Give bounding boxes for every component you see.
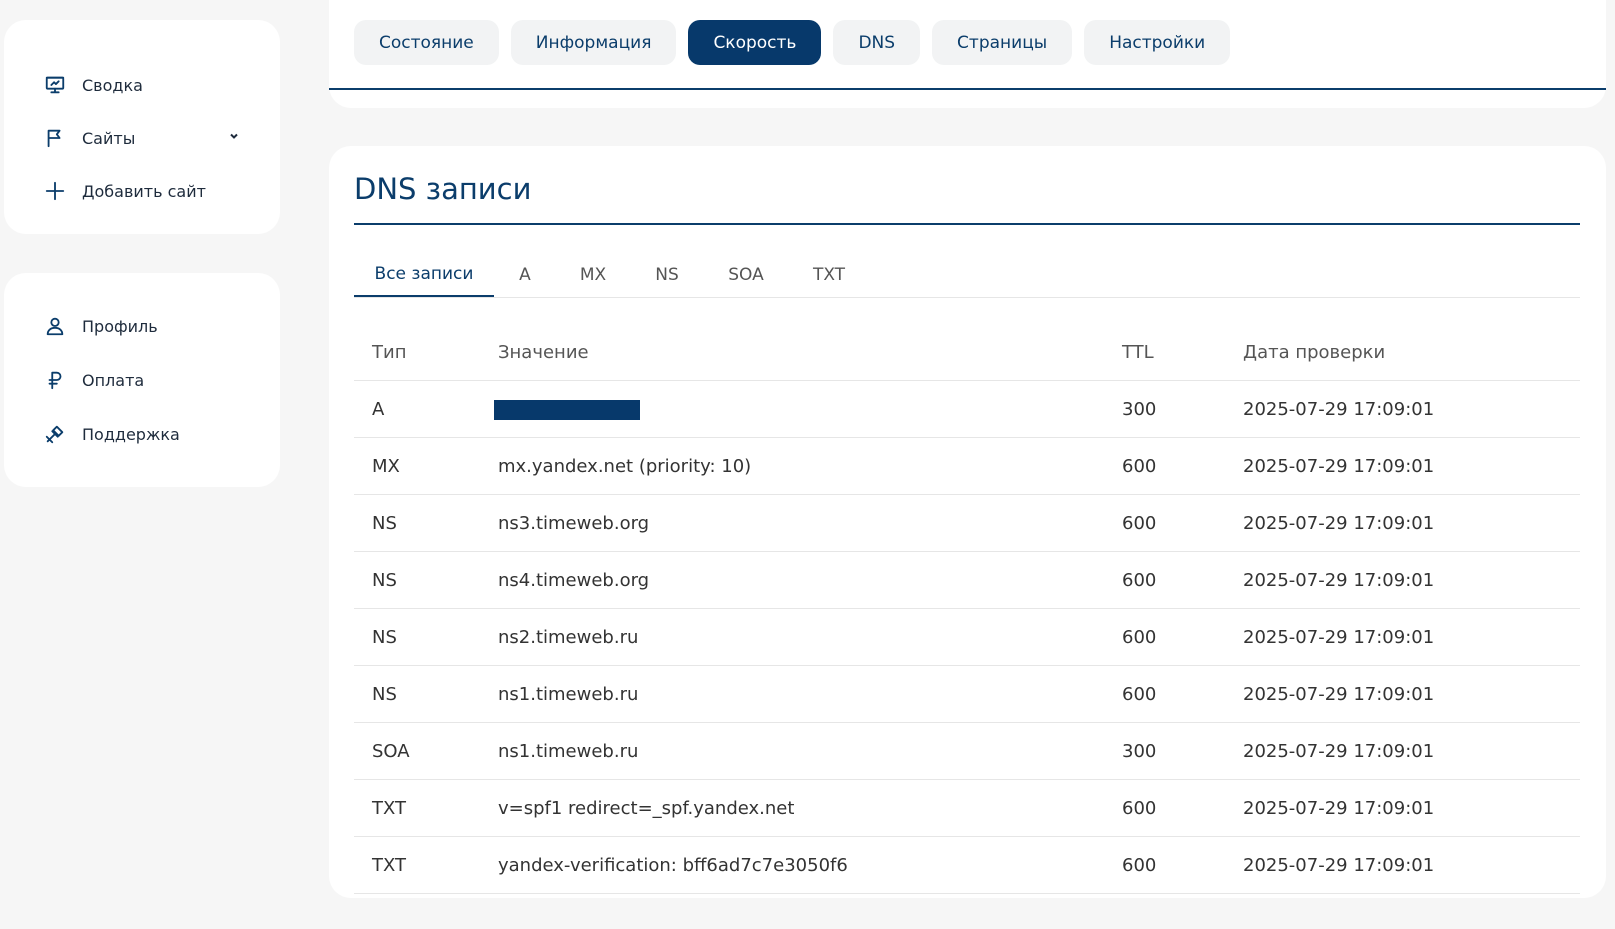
page-title: DNS записи — [354, 172, 532, 206]
record-date: 2025-07-29 17:09:01 — [1242, 722, 1580, 780]
table-row: NS ns3.timeweb.org 600 2025-07-29 17:09:… — [354, 494, 1580, 552]
presentation-icon — [42, 72, 68, 98]
record-value: ns4.timeweb.org — [497, 551, 1121, 609]
record-type: NS — [354, 551, 497, 609]
flag-icon — [42, 125, 68, 151]
tab-pages[interactable]: Страницы — [932, 20, 1073, 65]
record-type: NS — [354, 494, 497, 552]
chevron-down-icon[interactable] — [228, 127, 240, 146]
record-ttl: 300 — [1121, 380, 1242, 438]
filter-tab-txt[interactable]: TXT — [788, 252, 870, 297]
top-tabs: Состояние Информация Скорость DNS Страни… — [354, 20, 1231, 65]
tab-status[interactable]: Состояние — [354, 20, 499, 65]
column-header-type: Тип — [354, 324, 497, 381]
filter-tab-soa[interactable]: SOA — [704, 252, 788, 297]
sidebar-main-card: Сводка Сайты Добавить сайт — [4, 20, 280, 234]
record-ttl: 600 — [1121, 437, 1242, 495]
table-row: SOA ns1.timeweb.ru 300 2025-07-29 17:09:… — [354, 722, 1580, 780]
filter-tab-a[interactable]: A — [494, 252, 556, 297]
filter-tab-ns[interactable]: NS — [630, 252, 704, 297]
record-value: ns1.timeweb.ru — [497, 665, 1121, 723]
table-row: NS ns2.timeweb.ru 600 2025-07-29 17:09:0… — [354, 608, 1580, 666]
ruble-icon — [42, 367, 68, 393]
record-date: 2025-07-29 17:09:01 — [1242, 608, 1580, 666]
column-header-value: Значение — [497, 324, 1121, 381]
record-ttl: 600 — [1121, 494, 1242, 552]
tab-dns[interactable]: DNS — [833, 20, 921, 65]
sidebar-item-label: Оплата — [82, 370, 145, 390]
record-type: NS — [354, 665, 497, 723]
sidebar-item-support[interactable]: Поддержка — [42, 421, 180, 447]
sidebar-item-payment[interactable]: Оплата — [42, 367, 144, 393]
record-type: TXT — [354, 779, 497, 837]
record-type: SOA — [354, 722, 497, 780]
sidebar-item-add-site[interactable]: Добавить сайт — [42, 178, 206, 204]
table-row: TXT yandex-verification: bff6ad7c7e3050f… — [354, 836, 1580, 894]
record-date: 2025-07-29 17:09:01 — [1242, 779, 1580, 837]
sidebar-item-sites[interactable]: Сайты — [42, 125, 238, 151]
record-date: 2025-07-29 17:09:01 — [1242, 437, 1580, 495]
record-date: 2025-07-29 17:09:01 — [1242, 551, 1580, 609]
record-type: TXT — [354, 836, 497, 894]
column-header-date: Дата проверки — [1242, 324, 1580, 381]
tab-info[interactable]: Информация — [510, 20, 677, 65]
filter-tab-all[interactable]: Все записи — [354, 252, 494, 297]
record-date: 2025-07-29 17:09:01 — [1242, 380, 1580, 438]
title-divider — [354, 223, 1580, 225]
record-value — [494, 380, 1121, 438]
table-row: TXT v=spf1 redirect=_spf.yandex.net 600 … — [354, 779, 1580, 837]
dns-records-table: Тип Значение TTL Дата проверки A 300 202… — [354, 324, 1580, 894]
filter-tab-mx[interactable]: MX — [556, 252, 630, 297]
sidebar-item-summary[interactable]: Сводка — [42, 72, 143, 98]
table-row: NS ns4.timeweb.org 600 2025-07-29 17:09:… — [354, 551, 1580, 609]
record-value: ns1.timeweb.ru — [497, 722, 1121, 780]
sidebar-item-label: Сайты — [82, 128, 136, 148]
record-value: ns3.timeweb.org — [497, 494, 1121, 552]
record-type: NS — [354, 608, 497, 666]
record-ttl: 600 — [1121, 836, 1242, 894]
sidebar-item-profile[interactable]: Профиль — [42, 313, 158, 339]
record-date: 2025-07-29 17:09:01 — [1242, 665, 1580, 723]
table-header-row: Тип Значение TTL Дата проверки — [354, 324, 1580, 381]
record-value: ns2.timeweb.ru — [497, 608, 1121, 666]
table-row: NS ns1.timeweb.ru 600 2025-07-29 17:09:0… — [354, 665, 1580, 723]
record-ttl: 600 — [1121, 779, 1242, 837]
sidebar-item-label: Сводка — [82, 75, 143, 95]
record-ttl: 600 — [1121, 551, 1242, 609]
record-value: yandex-verification: bff6ad7c7e3050f6 — [497, 836, 1121, 894]
tab-settings[interactable]: Настройки — [1084, 20, 1231, 65]
sidebar-item-label: Добавить сайт — [82, 181, 206, 201]
user-icon — [42, 313, 68, 339]
record-ttl: 600 — [1121, 665, 1242, 723]
table-row: A 300 2025-07-29 17:09:01 — [354, 380, 1580, 438]
table-row: MX mx.yandex.net (priority: 10) 600 2025… — [354, 437, 1580, 495]
record-value: v=spf1 redirect=_spf.yandex.net — [497, 779, 1121, 837]
record-type: MX — [354, 437, 497, 495]
tab-speed[interactable]: Скорость — [688, 20, 822, 65]
redacted-value-block — [494, 399, 640, 420]
record-ttl: 600 — [1121, 608, 1242, 666]
record-date: 2025-07-29 17:09:01 — [1242, 494, 1580, 552]
sidebar-account-card: Профиль Оплата Поддержка — [4, 273, 280, 487]
record-value: mx.yandex.net (priority: 10) — [497, 437, 1121, 495]
column-header-ttl: TTL — [1121, 324, 1242, 381]
tools-icon — [42, 421, 68, 447]
record-ttl: 300 — [1121, 722, 1242, 780]
top-divider — [329, 88, 1606, 90]
record-filter-tabs: Все записи A MX NS SOA TXT — [354, 252, 1580, 298]
record-date: 2025-07-29 17:09:01 — [1242, 836, 1580, 894]
sidebar-item-label: Профиль — [82, 316, 158, 336]
sidebar-item-label: Поддержка — [82, 424, 180, 444]
record-type: A — [354, 380, 497, 438]
plus-icon — [42, 178, 68, 204]
